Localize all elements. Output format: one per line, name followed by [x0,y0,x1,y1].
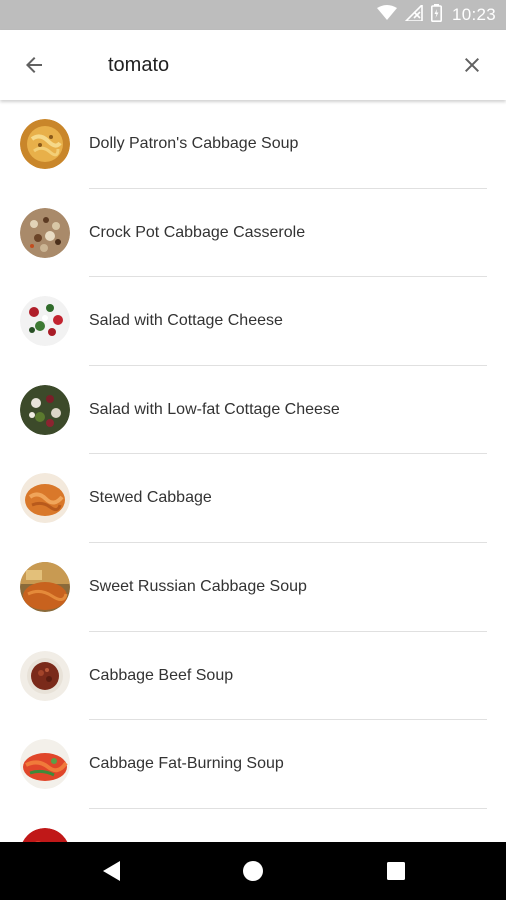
status-bar: 10:23 [0,0,506,30]
recipe-title: Cabbage Fat-Burning Soup [89,755,284,773]
list-item[interactable]: Crock Pot Cabbage Casserole [0,189,506,278]
nav-home-button[interactable] [238,856,268,886]
list-item[interactable]: Cabbage Fat-Burning Soup [0,720,506,809]
search-input[interactable] [108,48,428,82]
clear-search-button[interactable] [454,47,490,83]
list-item[interactable]: Salad with Low-fat Cottage Cheese [0,366,506,455]
casserole-thumbnail [20,207,70,258]
recipe-title: Crock Pot Cabbage Casserole [89,223,306,241]
nav-recents-button[interactable] [381,856,411,886]
recipe-title: Sweet Russian Cabbage Soup [89,577,307,595]
list-item[interactable] [0,809,506,842]
partial-thumbnail [20,827,70,842]
list-item[interactable]: Dolly Patron's Cabbage Soup [0,100,506,189]
nav-back-button[interactable] [96,856,126,886]
search-screen: 10:23 tomato Dolly Patron's Cabbage Soup… [0,0,506,900]
battery-icon [430,3,442,27]
soup-thumbnail [20,119,70,169]
recents-square-icon [385,860,407,882]
salad-thumbnail [20,296,70,347]
back-triangle-icon [100,859,122,883]
recipe-title: Salad with Cottage Cheese [89,312,283,330]
list-item[interactable]: Salad with Cottage Cheese [0,277,506,366]
recipe-title: Dolly Patron's Cabbage Soup [89,135,299,152]
search-bar [0,30,506,100]
recipe-title: Salad with Low-fat Cottage Cheese [89,400,340,418]
recipe-title: Stewed Cabbage [89,489,212,507]
soup-thumbnail [20,561,70,612]
soup-thumbnail [20,650,70,701]
arrow-left-icon [22,53,46,77]
list-item[interactable]: Cabbage Beef Soup [0,632,506,721]
home-circle-icon [241,859,265,883]
navigation-bar [0,842,506,900]
search-results-list: Dolly Patron's Cabbage Soup Crock Pot Ca… [0,100,506,842]
list-item[interactable]: Stewed Cabbage [0,454,506,543]
no-signal-icon [404,2,423,26]
stew-thumbnail [20,473,70,524]
status-time: 10:23 [451,5,496,24]
list-item[interactable]: Sweet Russian Cabbage Soup [0,543,506,632]
soup-thumbnail [20,739,70,790]
salad-thumbnail [20,384,70,435]
back-button[interactable] [16,47,52,83]
recipe-title: Cabbage Beef Soup [89,666,234,684]
close-icon [460,53,484,77]
wifi-icon [376,4,397,26]
